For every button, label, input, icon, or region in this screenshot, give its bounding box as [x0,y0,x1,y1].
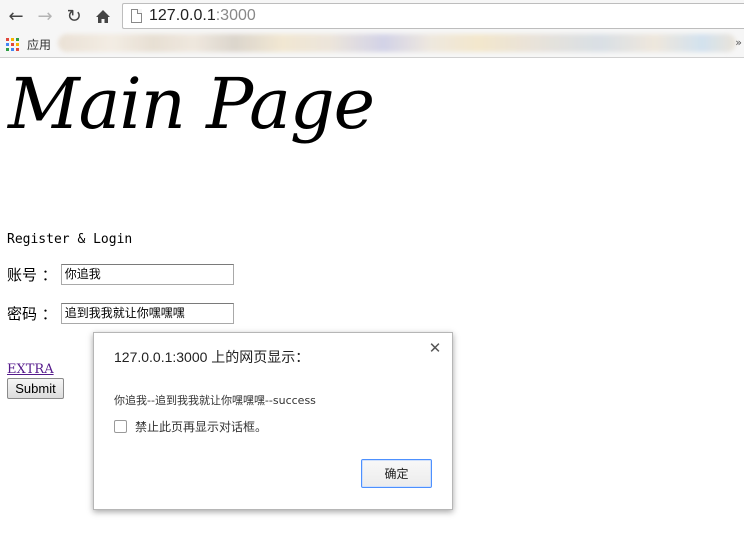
address-bar[interactable]: 127.0.0.1:3000 [122,3,744,29]
submit-button[interactable]: Submit [7,378,64,399]
browser-toolbar: ← → ↻ 127.0.0.1:3000 应用 » [0,0,744,58]
suppress-dialogs-label[interactable]: 禁止此页再显示对话框。 [135,418,267,435]
home-icon[interactable] [92,5,114,27]
password-label: 密码 ： [7,304,57,323]
suppress-dialogs-row[interactable]: 禁止此页再显示对话框。 [114,418,267,435]
reload-icon[interactable]: ↻ [63,5,85,27]
register-login-label: Register & Login [7,232,133,247]
page-icon [131,9,142,23]
ok-button[interactable]: 确定 [361,459,432,488]
bookmarks-bar: 应用 » [0,31,744,57]
dialog-title: 127.0.0.1:3000 上的网页显示： [114,349,310,365]
blurred-bookmarks [58,34,736,52]
account-label: 账号 ： [7,265,57,284]
url-text: 127.0.0.1:3000 [149,7,256,24]
page-title: Main Page [8,63,375,145]
extra-link[interactable]: EXTRA [7,362,54,377]
close-icon[interactable]: ✕ [426,339,444,357]
suppress-dialogs-checkbox[interactable] [114,420,127,433]
bookmarks-overflow-icon[interactable]: » [735,36,742,49]
password-input[interactable]: 追到我我就让你嘿嘿嘿 [60,302,234,324]
account-row: 账号 ： 你追我 [7,263,234,285]
apps-grid-icon[interactable] [6,38,19,51]
dialog-message: 你追我--追到我我就让你嘿嘿嘿--success [114,394,316,407]
password-row: 密码 ： 追到我我就让你嘿嘿嘿 [7,302,234,324]
back-arrow-icon[interactable]: ← [5,5,27,27]
forward-arrow-icon[interactable]: → [34,5,56,27]
apps-bookmark-label[interactable]: 应用 [27,36,51,53]
alert-dialog: 127.0.0.1:3000 上的网页显示： ✕ 你追我--追到我我就让你嘿嘿嘿… [93,332,453,510]
account-input[interactable]: 你追我 [60,263,234,285]
